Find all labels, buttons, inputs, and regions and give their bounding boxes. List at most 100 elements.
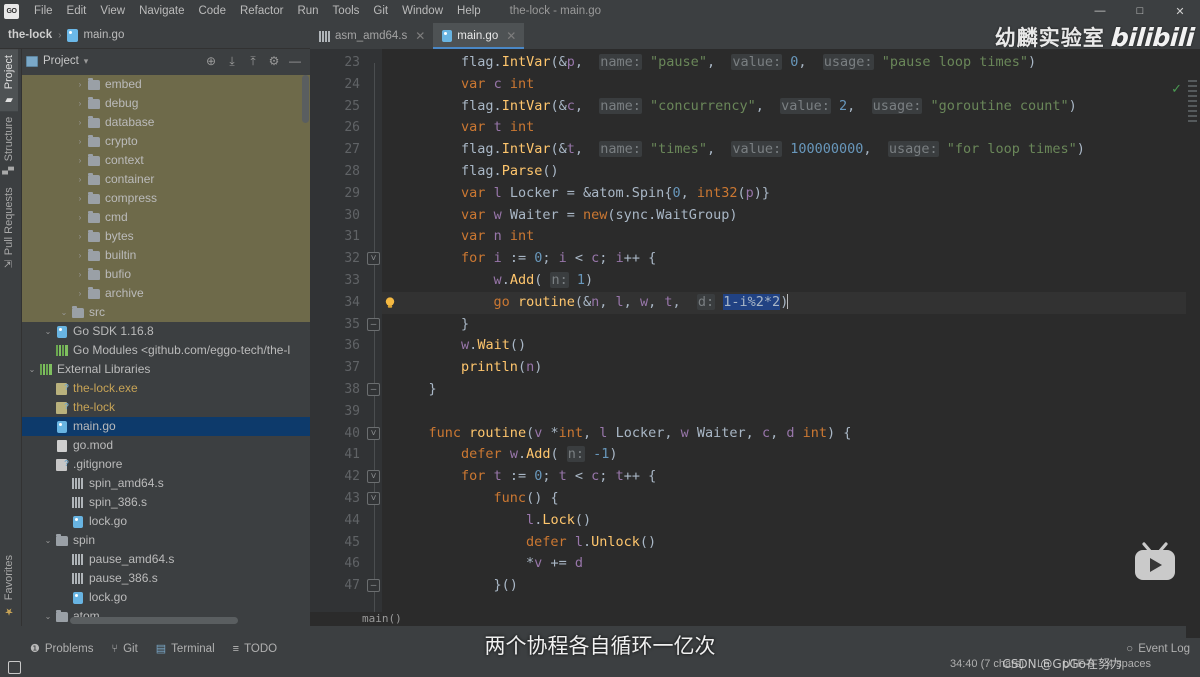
error-stripe-markers[interactable] — [1188, 80, 1199, 125]
menu-tools[interactable]: Tools — [326, 3, 367, 19]
line-number[interactable]: 35 — [310, 314, 366, 336]
hide-panel-icon[interactable]: — — [288, 54, 302, 68]
fold-marker[interactable]: ˅ — [367, 426, 380, 440]
tree-item-compress[interactable]: › compress — [22, 189, 310, 208]
project-tree-horizontal-scrollbar[interactable] — [70, 617, 238, 624]
tree-item-the-lock.exe[interactable]: · the-lock.exe — [22, 378, 310, 398]
line-number[interactable]: 41 — [310, 444, 366, 466]
menu-file[interactable]: File — [27, 3, 60, 19]
tree-item-Go-SDK-1.16.8[interactable]: ⌄ Go SDK 1.16.8 — [22, 322, 310, 341]
code-folding-column[interactable]: ˅ – – ˅ ˅ ˅ – — [366, 49, 382, 612]
tree-item-bufio[interactable]: › bufio — [22, 265, 310, 284]
chevron-right-icon[interactable]: › — [74, 132, 86, 151]
line-number[interactable]: 44 — [310, 510, 366, 532]
line-number[interactable]: 33 — [310, 270, 366, 292]
event-log-button[interactable]: ○ Event Log — [1126, 643, 1190, 655]
line-number[interactable]: 40 — [310, 423, 366, 445]
line-number[interactable]: 28 — [310, 161, 366, 183]
code-line[interactable]: var n int — [382, 226, 1200, 248]
locate-icon[interactable]: ⊕ — [204, 54, 218, 68]
code-editor[interactable]: 23 24 25 26 27 28 29 30 31 32 33 34 35 36 37 38 39 40 41 42… — [310, 49, 1200, 639]
tree-item-pause_386.s[interactable]: · pause_386.s — [22, 569, 310, 588]
chevron-right-icon[interactable]: › — [74, 246, 86, 265]
menu-git[interactable]: Git — [366, 3, 395, 19]
expand-all-icon[interactable]: ⤓ — [225, 54, 239, 69]
line-number[interactable]: 34 — [310, 292, 366, 314]
tree-item-context[interactable]: › context — [22, 151, 310, 170]
code-line[interactable]: } — [382, 314, 1200, 336]
line-number[interactable]: 27 — [310, 139, 366, 161]
code-line[interactable]: w.Add( n: 1) — [382, 270, 1200, 292]
code-line[interactable]: }() — [382, 575, 1200, 597]
code-line[interactable]: defer w.Add( n: -1) — [382, 444, 1200, 466]
tree-item-container[interactable]: › container — [22, 170, 310, 189]
inspection-status-icon[interactable]: ✓ — [1171, 81, 1182, 97]
status-git[interactable]: ⑂ Git — [111, 643, 137, 655]
menu-help[interactable]: Help — [450, 3, 488, 19]
line-number[interactable]: 38 — [310, 379, 366, 401]
menu-edit[interactable]: Edit — [60, 3, 94, 19]
chevron-right-icon[interactable]: › — [74, 208, 86, 227]
breadcrumb-project[interactable]: the-lock — [8, 29, 52, 41]
breadcrumb-file[interactable]: main.go — [83, 29, 124, 41]
sidebar-tab-structure[interactable]: ▚ Structure — [0, 111, 18, 180]
status-terminal[interactable]: ▤ Terminal — [156, 642, 215, 656]
menu-navigate[interactable]: Navigate — [132, 3, 191, 19]
code-line[interactable]: flag.IntVar(&t, name: "times", value: 10… — [382, 139, 1200, 161]
code-line[interactable]: } — [382, 379, 1200, 401]
tree-item-.gitignore[interactable]: · .gitignore — [22, 454, 310, 474]
line-number[interactable]: 43 — [310, 488, 366, 510]
chevron-right-icon[interactable]: › — [74, 75, 86, 94]
taskbar-icon[interactable] — [8, 661, 21, 674]
line-number[interactable]: 47 — [310, 575, 366, 597]
chevron-right-icon[interactable]: › — [74, 227, 86, 246]
code-line[interactable]: var l Locker = &atom.Spin{0, int32(p)} — [382, 183, 1200, 205]
code-line[interactable]: var c int — [382, 74, 1200, 96]
sidebar-tab-project[interactable]: ▰ Project — [0, 49, 18, 112]
sidebar-tab-favorites[interactable]: ★ Favorites — [0, 549, 18, 622]
code-line[interactable]: println(n) — [382, 357, 1200, 379]
tree-item-archive[interactable]: › archive — [22, 284, 310, 303]
code-text-area[interactable]: flag.IntVar(&p, name: "pause", value: 0,… — [382, 49, 1200, 612]
maximize-button[interactable]: □ — [1120, 0, 1160, 22]
close-button[interactable]: ✕ — [1160, 0, 1200, 22]
tree-item-spin_amd64.s[interactable]: · spin_amd64.s — [22, 474, 310, 493]
tree-item-spin[interactable]: ⌄ spin — [22, 531, 310, 550]
menu-view[interactable]: View — [93, 3, 132, 19]
tree-item-External-Libraries[interactable]: ⌄ External Libraries — [22, 360, 310, 379]
chevron-right-icon[interactable]: › — [74, 94, 86, 113]
tree-item-bytes[interactable]: › bytes — [22, 227, 310, 246]
chevron-down-icon[interactable]: ⌄ — [58, 303, 70, 322]
intention-bulb-icon[interactable] — [383, 296, 397, 310]
menu-run[interactable]: Run — [290, 3, 325, 19]
code-line[interactable]: l.Lock() — [382, 510, 1200, 532]
tree-item-spin_386.s[interactable]: · spin_386.s — [22, 493, 310, 512]
code-line[interactable]: *v += d — [382, 553, 1200, 575]
project-tree-vertical-scrollbar[interactable] — [302, 75, 309, 123]
code-line[interactable]: flag.IntVar(&c, name: "concurrency", val… — [382, 96, 1200, 118]
tree-item-lock.go[interactable]: · lock.go — [22, 588, 310, 607]
code-line[interactable]: for t := 0; t < c; t++ { — [382, 466, 1200, 488]
chevron-right-icon[interactable]: › — [74, 284, 86, 303]
line-number[interactable]: 45 — [310, 532, 366, 554]
chevron-right-icon[interactable]: › — [74, 113, 86, 132]
code-line[interactable] — [382, 401, 1200, 423]
chevron-right-icon[interactable]: › — [74, 170, 86, 189]
code-line[interactable]: flag.IntVar(&p, name: "pause", value: 0,… — [382, 52, 1200, 74]
project-panel-title-group[interactable]: Project ▾ — [26, 55, 88, 67]
close-icon[interactable]: ✕ — [506, 29, 516, 43]
tree-item-main.go[interactable]: · main.go — [22, 417, 310, 436]
fold-marker[interactable]: ˅ — [367, 470, 380, 484]
chevron-down-icon[interactable]: ⌄ — [42, 607, 54, 626]
fold-marker[interactable]: – — [367, 579, 380, 593]
tree-item-builtin[interactable]: › builtin — [22, 246, 310, 265]
code-line[interactable]: defer l.Unlock() — [382, 532, 1200, 554]
code-line-current[interactable]: go routine(&n, l, w, t, d: 1-i%2*2) — [382, 291, 1200, 314]
editor-tab-asm_amd64.s[interactable]: asm_amd64.s ✕ — [310, 23, 433, 49]
sidebar-tab-pull-requests[interactable]: ⇲ Pull Requests — [0, 181, 18, 274]
tree-item-debug[interactable]: › debug — [22, 94, 310, 113]
tree-item-src[interactable]: ⌄ src — [22, 303, 310, 322]
tree-item-embed[interactable]: › embed — [22, 75, 310, 94]
chevron-right-icon[interactable]: › — [74, 151, 86, 170]
tree-item-the-lock[interactable]: · the-lock — [22, 397, 310, 417]
